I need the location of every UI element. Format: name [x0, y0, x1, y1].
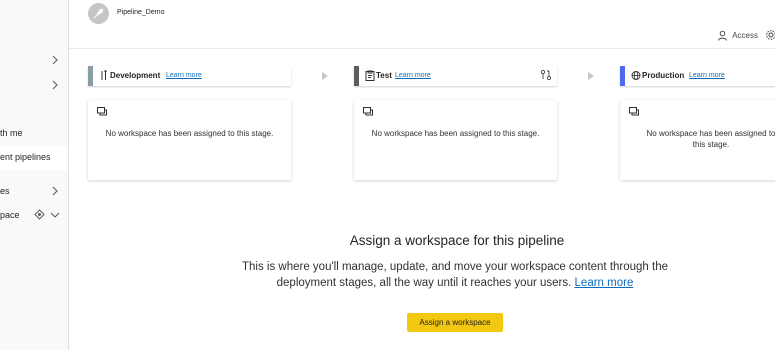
stage-header-test[interactable]: Test Learn more — [354, 66, 557, 86]
nav-item-deployment-pipelines[interactable]: ent pipelines — [0, 146, 68, 170]
stage-name: Production — [642, 71, 685, 80]
assign-workspace-description: This is where you'll manage, update, and… — [230, 259, 680, 291]
stage-name: Development — [110, 71, 161, 80]
nav-item-my-workspace[interactable]: pace — [0, 204, 68, 228]
nav-item-2[interactable] — [0, 74, 68, 98]
stage-header-development[interactable]: Development Learn more — [88, 66, 291, 86]
chevron-right-icon — [52, 55, 58, 65]
stage-color-bar — [354, 66, 359, 86]
nav-item-label: pace — [0, 210, 20, 220]
nav-item-shared-with-me[interactable]: th me — [0, 122, 68, 146]
learn-more-link[interactable]: Learn more — [575, 277, 634, 289]
monitor-icon — [629, 107, 639, 116]
assign-workspace-button[interactable]: Assign a workspace — [407, 313, 503, 332]
nav-item-label: es — [0, 186, 10, 196]
assign-workspace-title: Assign a workspace for this pipeline — [349, 233, 565, 248]
diamond-icon — [34, 209, 45, 220]
learn-more-link[interactable]: Learn more — [395, 72, 431, 79]
nav-item-workspaces[interactable]: es — [0, 180, 68, 204]
globe-icon — [631, 71, 641, 80]
chevron-right-icon — [52, 186, 58, 196]
arrow-right-icon — [588, 72, 594, 80]
nav-item-1[interactable] — [0, 49, 68, 73]
arrow-right-icon — [322, 72, 328, 80]
stage-card-test: No workspace has been assigned to this s… — [354, 100, 557, 180]
stage-name: Test — [376, 71, 392, 80]
monitor-icon — [97, 107, 107, 116]
stage-card-development: No workspace has been assigned to this s… — [88, 100, 291, 180]
stage-header-production[interactable]: Production Learn more — [620, 66, 775, 86]
monitor-icon — [363, 107, 373, 116]
learn-more-link[interactable]: Learn more — [166, 72, 202, 79]
chevron-down-icon — [50, 212, 60, 218]
clipboard-icon — [365, 70, 375, 81]
person-icon — [718, 30, 727, 41]
left-nav-sidebar: th me ent pipelines es pace — [0, 0, 69, 350]
pipeline-header: Pipeline_Demo Access — [69, 0, 775, 49]
empty-stage-message: No workspace has been assigned to this s… — [371, 129, 540, 138]
stage-color-bar — [88, 66, 93, 86]
gear-icon[interactable] — [765, 29, 775, 41]
rocket-icon — [88, 3, 109, 24]
chevron-right-icon — [52, 80, 58, 90]
stage-color-bar — [620, 66, 625, 86]
nav-item-label: th me — [0, 128, 23, 138]
learn-more-link[interactable]: Learn more — [689, 72, 725, 79]
stage-card-production: No workspace has been assigned to this s… — [620, 100, 775, 180]
compare-icon[interactable] — [540, 69, 552, 81]
pipeline-name: Pipeline_Demo — [117, 9, 165, 16]
tools-icon — [101, 70, 107, 80]
empty-stage-message: No workspace has been assigned to this s… — [646, 129, 775, 149]
nav-item-label: ent pipelines — [0, 152, 51, 162]
empty-stage-message: No workspace has been assigned to this s… — [105, 129, 274, 138]
access-button[interactable]: Access — [732, 31, 758, 40]
